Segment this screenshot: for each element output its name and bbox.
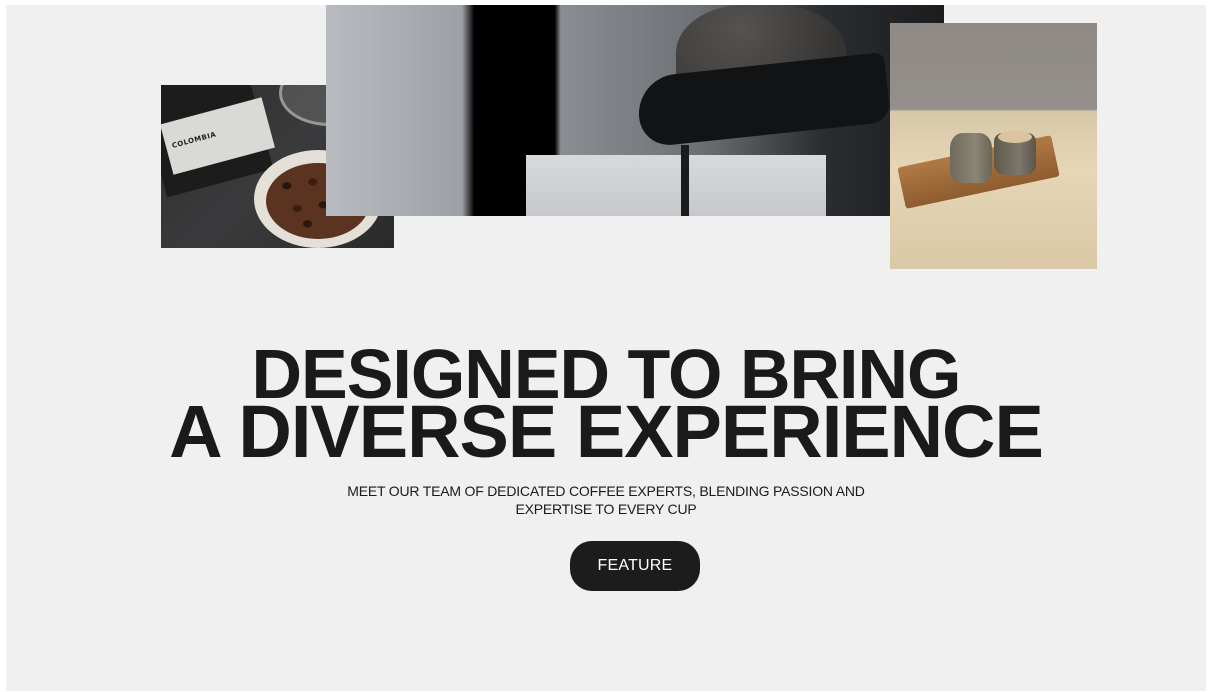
hero-headline: DESIGNED TO BRING A DIVERSE EXPERIENCE bbox=[6, 339, 1206, 473]
chair-leg bbox=[681, 145, 689, 216]
chair-silhouette bbox=[635, 52, 891, 148]
subtitle-line-1: MEET OUR TEAM OF DEDICATED COFFEE EXPERT… bbox=[347, 483, 865, 499]
hero-section: COLOMBIA DESIGNED TO BRING A DIVERSE EXP… bbox=[6, 5, 1206, 691]
cafe-interior-photo bbox=[326, 5, 944, 216]
subtitle-line-2: EXPERTISE TO EVERY CUP bbox=[515, 501, 697, 517]
coffee-bag-label-text: COLOMBIA bbox=[171, 130, 218, 150]
cafe-table bbox=[526, 155, 826, 216]
hero-subtitle: MEET OUR TEAM OF DEDICATED COFFEE EXPERT… bbox=[6, 482, 1206, 518]
headline-line-2: A DIVERSE EXPERIENCE bbox=[169, 390, 1044, 473]
feature-button[interactable]: FEATURE bbox=[570, 541, 700, 591]
cups-on-tray-photo bbox=[890, 23, 1097, 269]
ceramic-cup bbox=[950, 133, 992, 183]
latte-foam bbox=[998, 131, 1032, 143]
